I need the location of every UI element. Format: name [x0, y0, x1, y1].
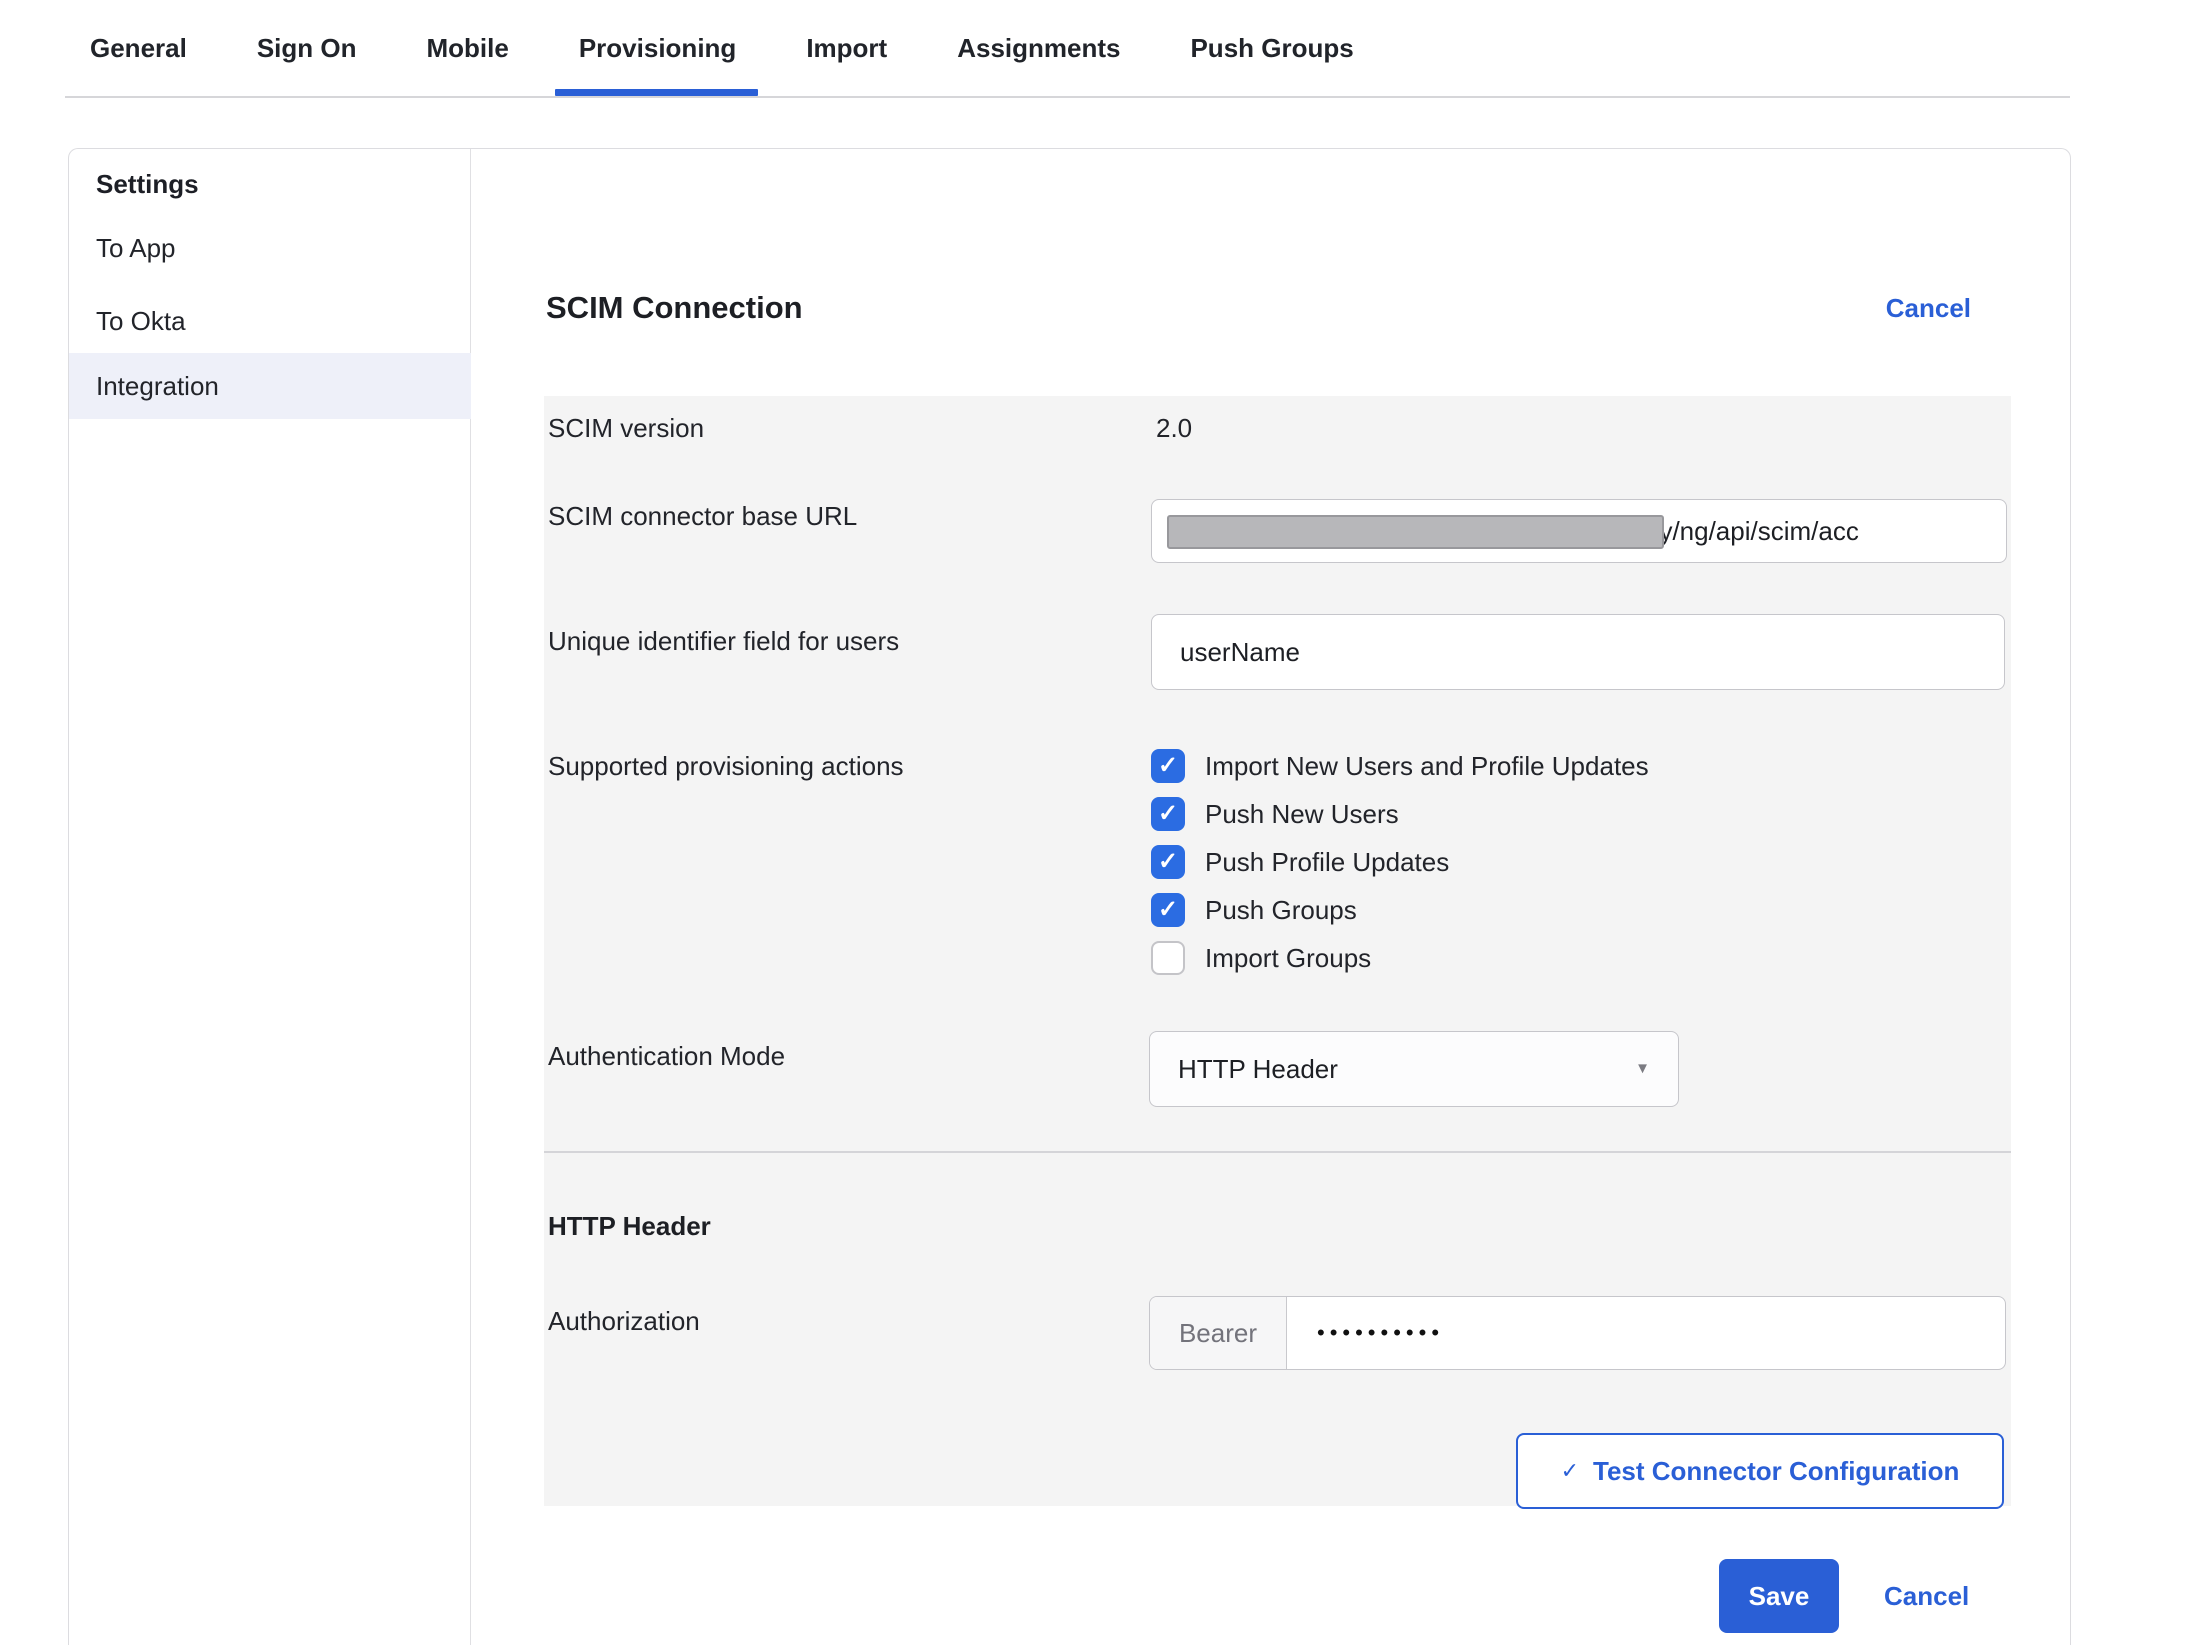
checkbox-icon: ✓ — [1151, 797, 1185, 831]
settings-sidebar: Settings To App To Okta Integration — [69, 149, 471, 1645]
tab-sign-on[interactable]: Sign On — [257, 0, 357, 96]
tab-provisioning[interactable]: Provisioning — [579, 0, 736, 96]
checkbox-import-new-users[interactable]: ✓ Import New Users and Profile Updates — [1151, 742, 1649, 790]
checkbox-push-profile-updates[interactable]: ✓ Push Profile Updates — [1151, 838, 1649, 886]
auth-mode-label: Authentication Mode — [548, 1024, 785, 1088]
section-divider — [544, 1151, 2011, 1153]
tab-assignments[interactable]: Assignments — [957, 0, 1120, 96]
auth-mode-value: HTTP Header — [1178, 1032, 1338, 1106]
cancel-link-bottom[interactable]: Cancel — [1884, 1559, 1969, 1633]
chevron-down-icon: ▼ — [1635, 1032, 1650, 1106]
check-icon: ✓ — [1158, 850, 1178, 874]
checkbox-label: Push Profile Updates — [1205, 847, 1449, 878]
http-header-heading: HTTP Header — [548, 1203, 711, 1249]
checkbox-push-groups[interactable]: ✓ Push Groups — [1151, 886, 1649, 934]
main-content: SCIM Connection Cancel SCIM version 2.0 … — [472, 149, 2072, 1645]
page-title: SCIM Connection — [546, 285, 803, 331]
base-url-label: SCIM connector base URL — [548, 484, 857, 548]
provisioning-actions-label: Supported provisioning actions — [548, 734, 904, 798]
checkbox-icon: ✓ — [1151, 749, 1185, 783]
unique-id-label: Unique identifier field for users — [548, 609, 899, 673]
checkbox-label: Import New Users and Profile Updates — [1205, 751, 1649, 782]
test-connector-configuration-button[interactable]: ✓ Test Connector Configuration — [1516, 1433, 2004, 1509]
tab-bar: General Sign On Mobile Provisioning Impo… — [0, 0, 2201, 98]
unique-id-input[interactable]: userName — [1151, 614, 2005, 690]
tab-bar-divider — [65, 96, 2070, 98]
save-button[interactable]: Save — [1719, 1559, 1839, 1633]
checkbox-icon: ✓ — [1151, 845, 1185, 879]
checkbox-label: Push Groups — [1205, 895, 1357, 926]
base-url-input[interactable]: https://h5bd-195-19-67-148.ngrok.i/gatew… — [1151, 499, 2007, 563]
check-icon: ✓ — [1561, 1458, 1579, 1484]
check-icon: ✓ — [1158, 754, 1178, 778]
checkbox-label: Push New Users — [1205, 799, 1399, 830]
tab-push-groups[interactable]: Push Groups — [1190, 0, 1353, 96]
checkbox-label: Import Groups — [1205, 943, 1371, 974]
redaction-bar — [1167, 515, 1664, 549]
checkbox-push-new-users[interactable]: ✓ Push New Users — [1151, 790, 1649, 838]
provisioning-card: Settings To App To Okta Integration SCIM… — [68, 148, 2071, 1645]
scim-form-panel: SCIM version 2.0 SCIM connector base URL… — [544, 396, 2011, 1506]
tab-import[interactable]: Import — [806, 0, 887, 96]
check-icon: ✓ — [1158, 802, 1178, 826]
tab-mobile[interactable]: Mobile — [427, 0, 509, 96]
checkbox-import-groups[interactable]: ✓ Import Groups — [1151, 934, 1649, 982]
check-icon: ✓ — [1158, 898, 1178, 922]
scim-version-label: SCIM version — [548, 396, 704, 460]
sidebar-heading: Settings — [96, 161, 199, 207]
tab-list: General Sign On Mobile Provisioning Impo… — [90, 0, 1354, 96]
cancel-link-top[interactable]: Cancel — [1886, 285, 1971, 331]
auth-mode-select[interactable]: HTTP Header ▼ — [1149, 1031, 1679, 1107]
checkbox-icon: ✓ — [1151, 941, 1185, 975]
authorization-token-input[interactable]: •••••••••• — [1287, 1297, 2005, 1369]
tab-general[interactable]: General — [90, 0, 187, 96]
sidebar-item-to-okta[interactable]: To Okta — [69, 288, 471, 354]
test-connector-configuration-label: Test Connector Configuration — [1593, 1456, 1959, 1487]
authorization-label: Authorization — [548, 1289, 700, 1353]
sidebar-item-to-app[interactable]: To App — [69, 215, 471, 281]
app-canvas: General Sign On Mobile Provisioning Impo… — [0, 0, 2201, 1645]
bearer-prefix: Bearer — [1150, 1297, 1287, 1369]
authorization-input-group: Bearer •••••••••• — [1149, 1296, 2006, 1370]
provisioning-actions-list: ✓ Import New Users and Profile Updates ✓… — [1151, 742, 1649, 982]
sidebar-item-integration[interactable]: Integration — [69, 353, 471, 419]
scim-version-value: 2.0 — [1156, 396, 1192, 460]
checkbox-icon: ✓ — [1151, 893, 1185, 927]
